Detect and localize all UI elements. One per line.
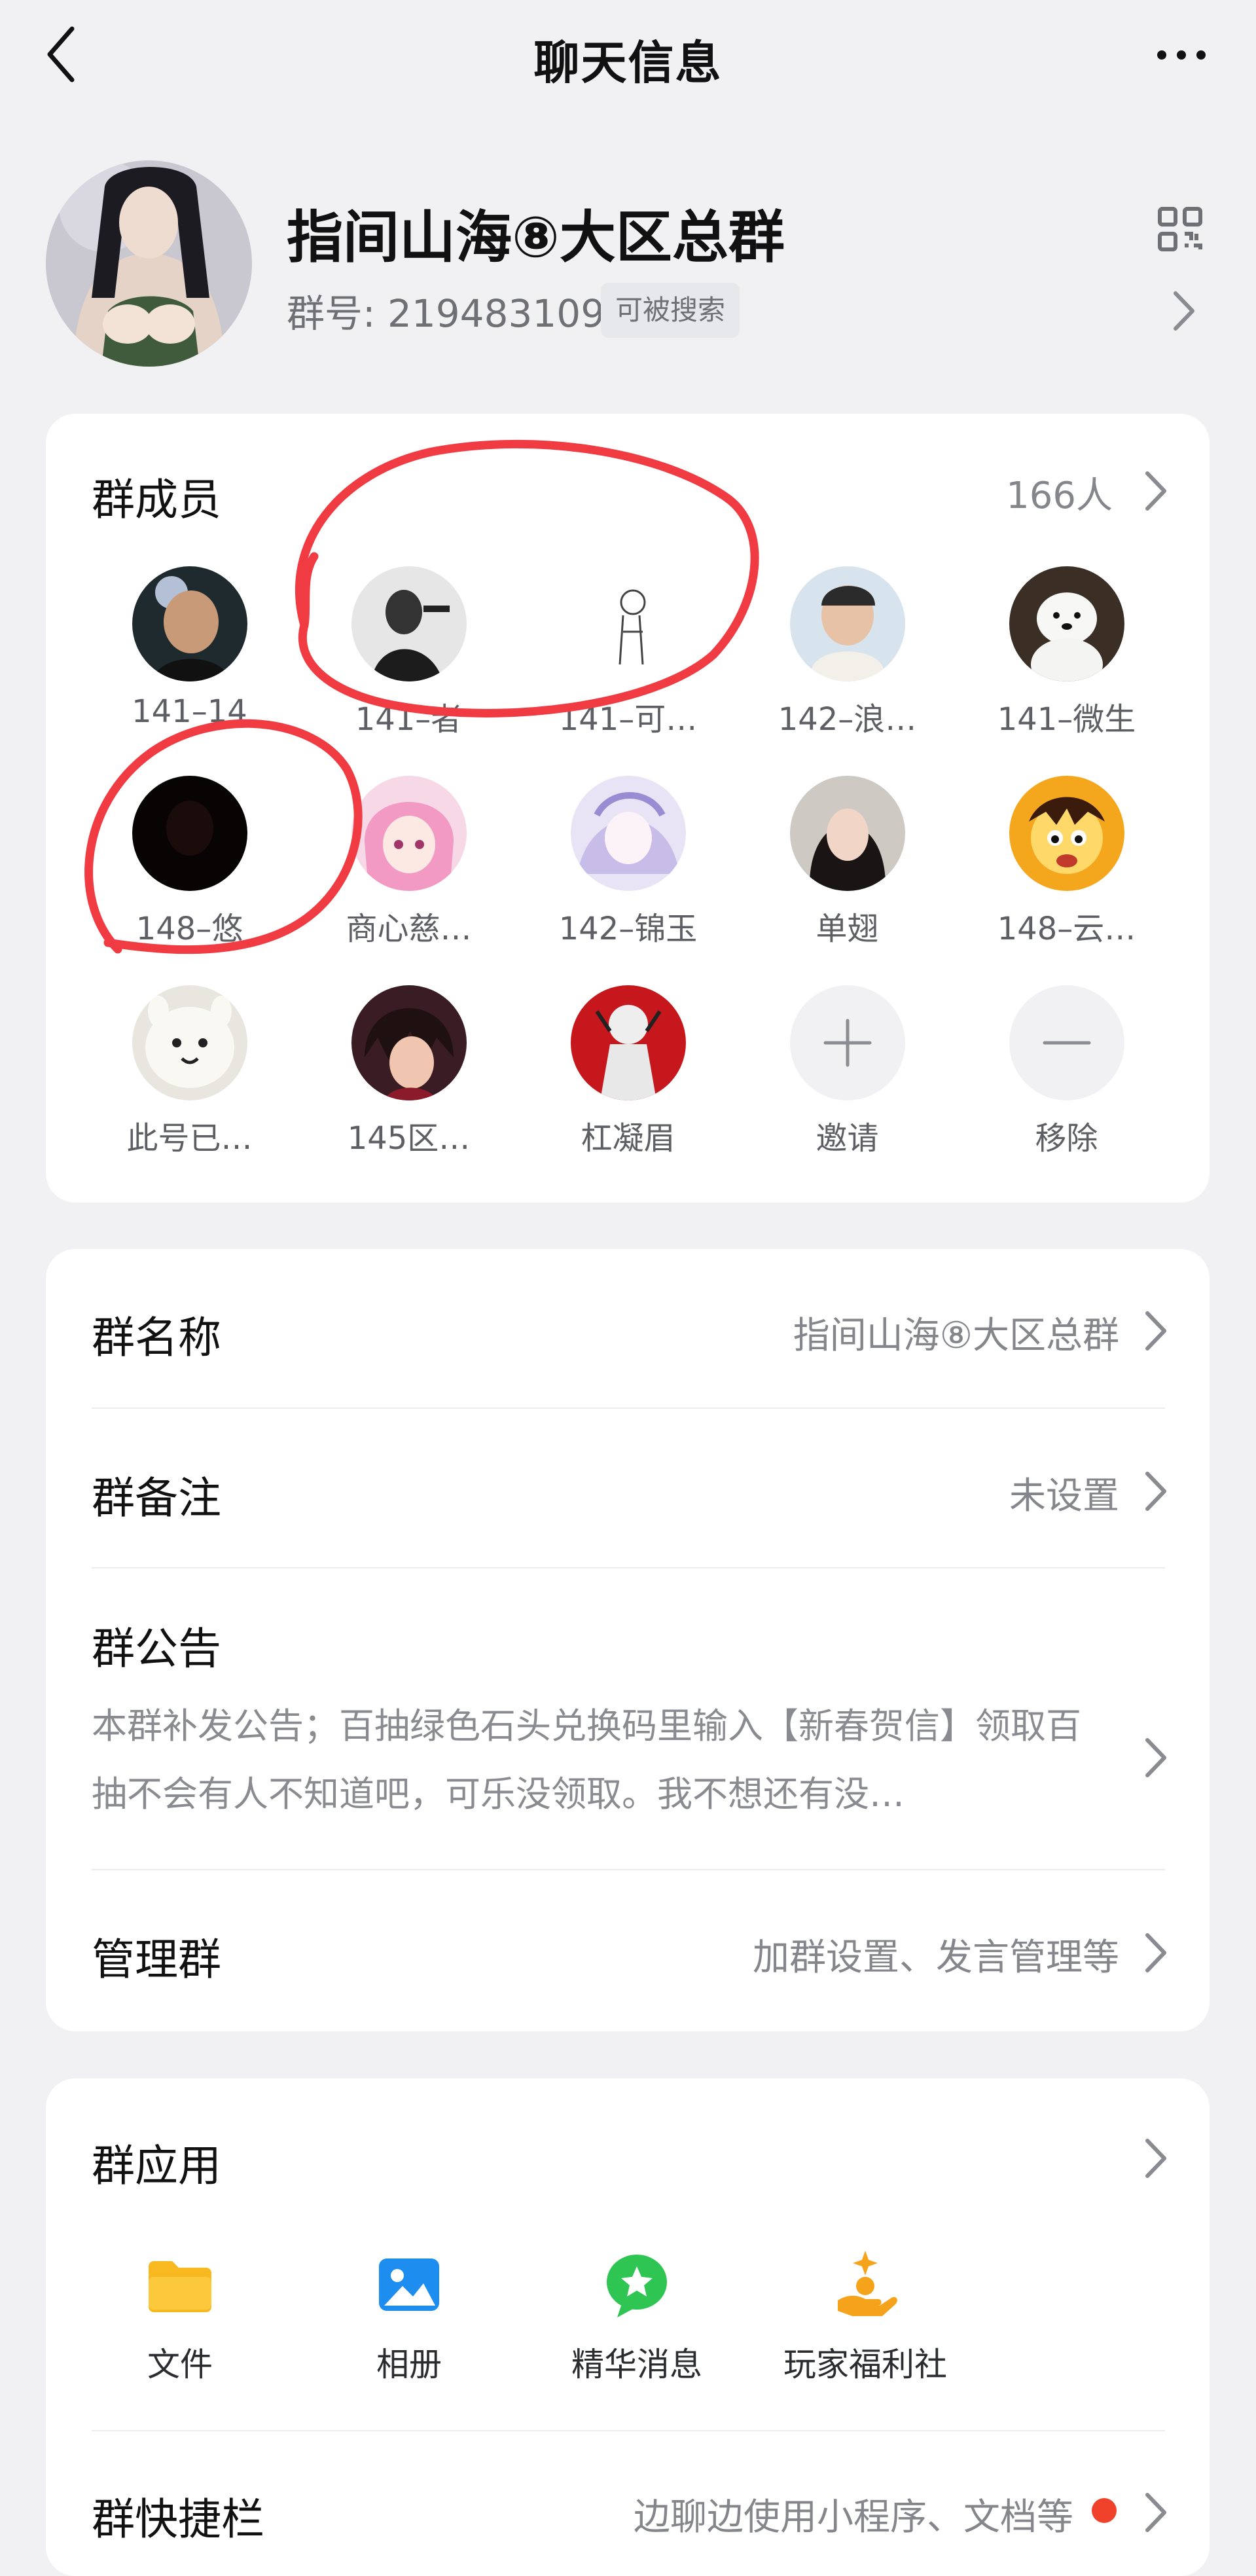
more-dots-icon	[1157, 50, 1206, 60]
member-avatar	[789, 566, 905, 681]
app-label: 玩家福利社	[783, 2346, 947, 2384]
folder-icon	[141, 2245, 219, 2324]
member-count[interactable]: 166人	[916, 466, 1113, 519]
member-item[interactable]: 148–悠	[80, 776, 299, 949]
group-shortcut-chevron-icon[interactable]	[1142, 2490, 1168, 2535]
remove-button[interactable]: 移除	[957, 985, 1176, 1158]
member-item[interactable]: 142–锦玉	[518, 776, 738, 949]
group-shortcut-value[interactable]: 边聊边使用小程序、文档等	[524, 2488, 1073, 2541]
member-item[interactable]: 141–14	[80, 566, 299, 730]
manage-group-label: 管理群	[92, 1934, 221, 1985]
manage-group-chevron-icon[interactable]	[1142, 1930, 1168, 1976]
member-name: 145区…	[347, 1120, 471, 1157]
invite-label: 邀请	[816, 1120, 879, 1157]
group-remark-label: 群备注	[92, 1473, 221, 1523]
member-name: 148–云…	[997, 911, 1136, 947]
divider	[92, 1567, 1165, 1569]
group-name: 指间山海⑧大区总群	[287, 205, 785, 270]
member-item[interactable]: 145区…	[299, 985, 518, 1158]
member-item[interactable]: 141–者	[299, 566, 518, 739]
remove-avatar	[1009, 985, 1124, 1100]
member-avatar	[351, 776, 467, 891]
group-apps-chevron-icon[interactable]	[1142, 2135, 1168, 2181]
group-remark-chevron-icon[interactable]	[1142, 1468, 1168, 1514]
member-item[interactable]: 商心慈…	[299, 776, 518, 949]
member-avatar	[351, 985, 467, 1100]
group-name-value[interactable]: 指间山海⑧大区总群	[589, 1306, 1119, 1359]
member-item[interactable]: 杠凝眉	[518, 985, 738, 1158]
member-name: 141–可…	[558, 701, 698, 738]
app-files[interactable]: 文件	[95, 2245, 265, 2386]
manage-group-value[interactable]: 加群设置、发言管理等	[589, 1928, 1119, 1981]
app-player-welfare[interactable]: 玩家福利社	[780, 2245, 950, 2386]
divider	[92, 1869, 1165, 1870]
announcement-chevron-icon[interactable]	[1142, 1735, 1168, 1781]
searchable-badge: 可被搜索	[601, 283, 740, 338]
members-title: 群成员	[92, 475, 221, 525]
group-remark-value[interactable]: 未设置	[851, 1466, 1119, 1519]
member-name: 杠凝眉	[581, 1120, 675, 1157]
unread-dot	[1092, 2498, 1117, 2523]
minus-icon	[1043, 1041, 1090, 1045]
member-item[interactable]: 141–微生	[957, 566, 1176, 739]
member-item[interactable]: 148–云…	[957, 776, 1176, 949]
group-name-label: 群名称	[92, 1313, 221, 1363]
member-name: 商心慈…	[346, 911, 472, 947]
member-item[interactable]: 142–浪…	[738, 566, 957, 739]
app-label: 相册	[376, 2346, 442, 2384]
member-name: 141–微生	[997, 701, 1136, 738]
member-avatar	[1009, 776, 1124, 891]
star-message-icon	[598, 2245, 676, 2324]
member-avatar	[132, 776, 247, 891]
member-avatar	[351, 566, 467, 681]
member-avatar	[132, 985, 247, 1100]
member-item[interactable]: 141–可…	[518, 566, 738, 739]
group-avatar[interactable]	[46, 160, 252, 367]
member-name: 141–14	[132, 693, 247, 730]
member-name: 单翅	[816, 911, 879, 947]
plus-icon	[823, 1019, 871, 1067]
member-name: 142–锦玉	[558, 911, 698, 947]
member-item[interactable]: 此号已…	[80, 985, 299, 1158]
announcement-text[interactable]: 本群补发公告；百抽绿色石头兑换码里输入【新春贺信】领取百抽不会有人不知道吧，可乐…	[92, 1692, 1113, 1828]
divider	[92, 2430, 1165, 2431]
page-title: 聊天信息	[533, 36, 723, 90]
invite-button[interactable]: 邀请	[738, 985, 957, 1158]
photo-album-icon	[370, 2245, 448, 2324]
member-avatar	[570, 566, 686, 681]
members-chevron-icon[interactable]	[1142, 468, 1168, 514]
member-avatar	[132, 566, 247, 681]
member-avatar	[789, 776, 905, 891]
group-profile-chevron-icon[interactable]	[1170, 288, 1203, 334]
member-name: 142–浪…	[778, 701, 917, 738]
invite-avatar	[789, 985, 905, 1100]
app-essence[interactable]: 精华消息	[552, 2245, 722, 2386]
group-name-chevron-icon[interactable]	[1142, 1308, 1168, 1354]
remove-label: 移除	[1035, 1120, 1098, 1157]
announcement-label: 群公告	[92, 1624, 221, 1674]
member-name: 此号已…	[126, 1120, 253, 1157]
app-album[interactable]: 相册	[324, 2245, 494, 2386]
member-avatar	[1009, 566, 1124, 681]
member-item[interactable]: 单翅	[738, 776, 957, 949]
divider	[92, 1407, 1165, 1409]
top-bar: 聊天信息	[0, 0, 1256, 108]
more-options-button[interactable]	[1145, 35, 1217, 75]
group-shortcut-label: 群快捷栏	[92, 2494, 264, 2545]
app-label: 精华消息	[571, 2346, 702, 2384]
group-apps-title: 群应用	[92, 2141, 221, 2191]
member-avatar	[570, 776, 686, 891]
member-name: 148–悠	[135, 911, 243, 947]
app-label: 文件	[147, 2346, 213, 2384]
gift-hand-icon	[826, 2245, 905, 2324]
qr-code-icon[interactable]	[1157, 206, 1203, 252]
member-name: 141–者	[355, 701, 463, 738]
member-avatar	[570, 985, 686, 1100]
group-id: 群号: 219483109	[287, 291, 605, 336]
